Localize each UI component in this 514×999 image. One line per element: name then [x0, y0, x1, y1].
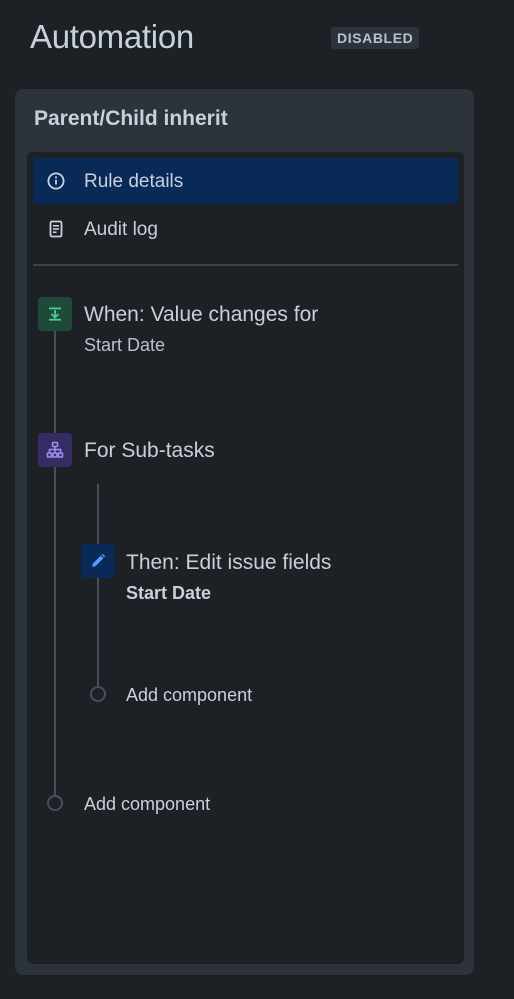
nav-label: Rule details: [84, 171, 184, 192]
trigger-icon[interactable]: [38, 297, 72, 331]
branch-add-component-button[interactable]: Add component: [126, 685, 252, 706]
branch-connector: [97, 484, 99, 694]
info-icon: [47, 172, 65, 190]
status-badge: DISABLED: [331, 27, 420, 49]
rule-name: Parent/Child inherit: [34, 107, 228, 130]
trigger-title[interactable]: When: Value changes for: [84, 303, 318, 327]
branch-add-component-dot[interactable]: [90, 686, 106, 702]
automation-page: Automation DISABLED Parent/Child inherit…: [0, 0, 514, 999]
branch-title[interactable]: For Sub-tasks: [84, 439, 215, 463]
action-subtitle: Start Date: [126, 583, 212, 603]
add-component-dot[interactable]: [47, 795, 63, 811]
add-component-button[interactable]: Add component: [84, 794, 210, 815]
nav-audit-log[interactable]: Audit log: [33, 206, 458, 252]
pencil-icon[interactable]: [81, 544, 115, 578]
rule-panel: Parent/Child inherit Rule details Audit …: [15, 89, 474, 975]
branch-icon[interactable]: [38, 433, 72, 467]
action-title[interactable]: Then: Edit issue fields: [126, 551, 331, 575]
page-title: Automation: [30, 18, 194, 55]
trigger-subtitle: Start Date: [84, 335, 166, 355]
nav-rule-details[interactable]: Rule details: [33, 158, 458, 204]
flow-connector: [54, 312, 56, 800]
rule-editor: Rule details Audit log When: Value chang…: [27, 152, 464, 964]
nav-label: Audit log: [84, 219, 158, 240]
divider: [33, 264, 458, 266]
audit-log-icon: [47, 220, 65, 238]
